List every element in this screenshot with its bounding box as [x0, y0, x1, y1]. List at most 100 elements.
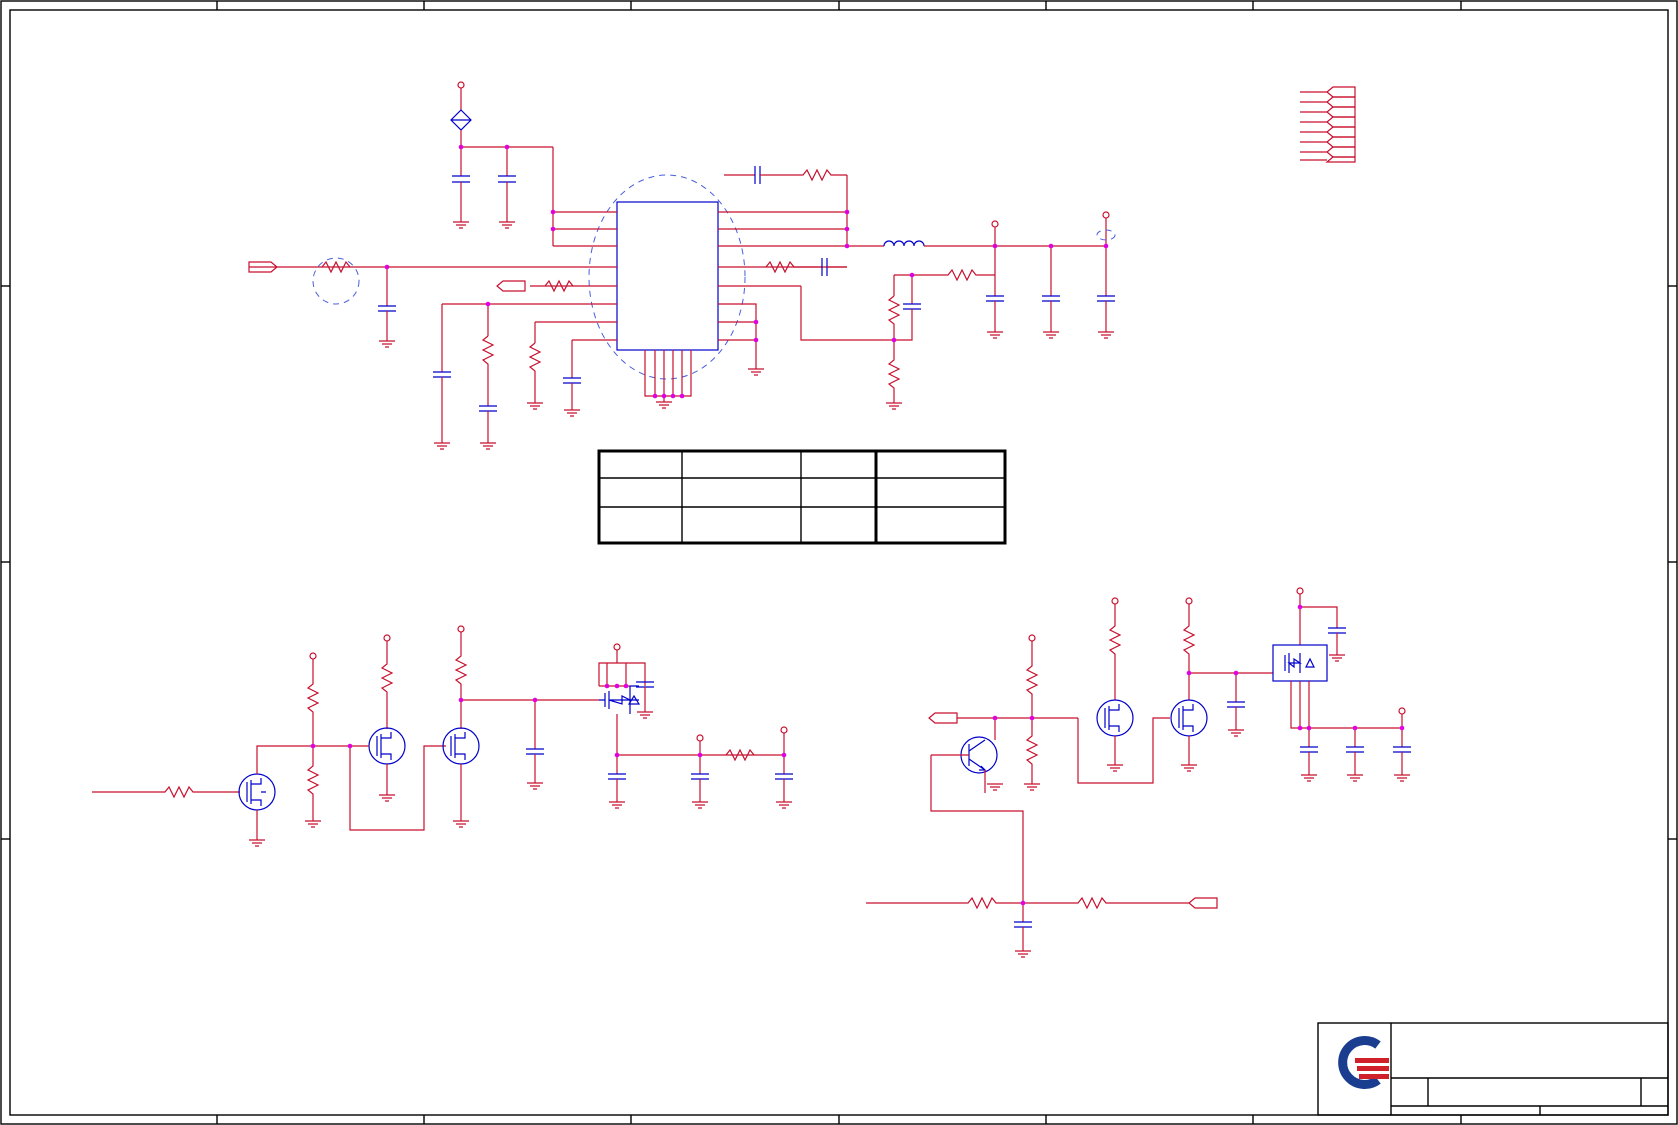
- ground-icon: [527, 402, 543, 410]
- bottom-left-switch-circuit: [92, 625, 793, 840]
- ground-icon: [748, 368, 764, 376]
- pmos-load-switch-icon: [599, 685, 641, 714]
- ground-icon: [527, 782, 543, 790]
- junction-dot: [550, 226, 556, 232]
- ground-icon: [379, 340, 395, 348]
- junction-dot: [844, 209, 850, 215]
- input-port-icon: [1188, 897, 1218, 909]
- ground-icon: [692, 801, 708, 809]
- capacitor-icon: [378, 305, 396, 312]
- junction-dot: [1306, 725, 1312, 731]
- junction-dot: [623, 683, 629, 689]
- ground-icon: [1181, 764, 1197, 772]
- ground-icon: [1107, 764, 1123, 772]
- ground-icon: [305, 820, 321, 828]
- ground-icon: [886, 402, 902, 410]
- sheet-frame: [0, 0, 1678, 1125]
- ground-icon: [434, 442, 450, 450]
- ground-icon: [1043, 331, 1059, 339]
- ground-icon: [1347, 774, 1363, 782]
- junction-dot: [679, 393, 685, 399]
- ground-icon: [1394, 774, 1410, 782]
- junction-dot: [614, 752, 620, 758]
- junction-dot: [753, 319, 759, 325]
- junction-dot: [485, 301, 491, 307]
- junction-dot: [614, 683, 620, 689]
- junction-dot: [844, 243, 850, 249]
- zone-ticks: [1, 1, 1677, 1124]
- junction-dot: [1233, 670, 1239, 676]
- inductor-icon: [883, 240, 925, 247]
- main-ic-body: [616, 201, 719, 351]
- junction-dot: [604, 683, 610, 689]
- schematic-sheet: [0, 0, 1678, 1125]
- junction-dot: [550, 209, 556, 215]
- ic-net-class-outline: [588, 174, 746, 380]
- junction-dot: [347, 743, 353, 749]
- junction-dot: [1399, 725, 1405, 731]
- junction-dot: [1297, 725, 1303, 731]
- ground-icon: [637, 711, 653, 719]
- junction-dot: [697, 752, 703, 758]
- junction-dot: [670, 393, 676, 399]
- output-port-icon: [496, 280, 526, 292]
- junction-dot: [504, 144, 510, 150]
- junction-dot: [992, 243, 998, 249]
- junction-dot: [661, 393, 667, 399]
- ground-icon: [987, 783, 1003, 791]
- ground-icon: [499, 221, 515, 229]
- junction-dot: [1186, 670, 1192, 676]
- junction-dot: [891, 337, 897, 343]
- junction-dot: [458, 697, 464, 703]
- load-switch-icon: [1272, 644, 1328, 682]
- junction-nodes: [310, 144, 1405, 906]
- junction-dot: [1103, 243, 1109, 249]
- ground-icon: [987, 331, 1003, 339]
- quanta-logo: [1338, 1036, 1389, 1089]
- junction-dot: [310, 743, 316, 749]
- power-diode-icon: [450, 109, 472, 131]
- ground-icon: [1098, 331, 1114, 339]
- capacitor-icon: [498, 175, 516, 183]
- junction-dot: [844, 226, 850, 232]
- ground-icon: [453, 221, 469, 229]
- ground-icon: [249, 839, 265, 847]
- junction-dot: [909, 272, 915, 278]
- mosfet-icon: [442, 727, 480, 765]
- mosfet-icon: [238, 773, 276, 811]
- junction-dot: [1020, 900, 1026, 906]
- bus-connector-group: [1300, 86, 1356, 163]
- mosfet-icon: [368, 727, 406, 765]
- junction-dot: [652, 393, 658, 399]
- junction-dot: [458, 144, 464, 150]
- junction-dot: [992, 715, 998, 721]
- junction-dot: [1297, 604, 1303, 610]
- mosfet-icon: [1096, 699, 1134, 737]
- junction-dot: [384, 264, 390, 270]
- main-ic-circuit: [248, 81, 1356, 443]
- ground-symbols: [249, 221, 1410, 958]
- ground-icon: [453, 820, 469, 828]
- capacitor-icon: [452, 175, 470, 183]
- junction-dot: [781, 752, 787, 758]
- junction-dot: [753, 337, 759, 343]
- ground-icon: [1301, 774, 1317, 782]
- title-block: [1317, 1022, 1669, 1116]
- ground-icon: [1329, 654, 1345, 662]
- mosfet-icon: [1170, 699, 1208, 737]
- ground-icon: [609, 801, 625, 809]
- junction-dot: [532, 697, 538, 703]
- bottom-right-switch-circuit: [866, 587, 1411, 951]
- output-port-icon: [928, 712, 958, 724]
- revision-table: [597, 449, 1007, 545]
- ground-icon: [656, 401, 672, 409]
- ground-icon: [379, 794, 395, 802]
- ground-icon: [776, 801, 792, 809]
- ground-icon: [564, 409, 580, 417]
- ground-icon: [1015, 950, 1031, 958]
- ground-icon: [1228, 729, 1244, 737]
- junction-dot: [1029, 715, 1035, 721]
- junction-dot: [1048, 243, 1054, 249]
- ground-icon: [1024, 783, 1040, 791]
- ground-icon: [480, 442, 496, 450]
